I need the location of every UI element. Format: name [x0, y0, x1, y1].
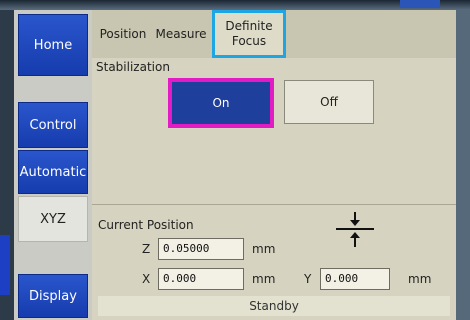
y-axis-label: Y — [304, 272, 312, 286]
device-screen: Home Control Automatic XYZ Display Posit… — [0, 0, 470, 320]
z-unit-label: mm — [252, 242, 276, 256]
tab-definite-label-line2: Focus — [231, 34, 267, 48]
x-unit-label: mm — [252, 272, 276, 286]
bezel-right — [456, 10, 470, 320]
tab-measure[interactable]: Measure — [152, 10, 210, 58]
display-button[interactable]: Display — [18, 274, 88, 318]
bezel-left-accent — [0, 235, 10, 295]
current-position-label: Current Position — [98, 218, 194, 232]
y-position-field[interactable]: 0.000 — [320, 268, 390, 290]
control-button[interactable]: Control — [18, 102, 88, 148]
tab-definite-focus[interactable]: Definite Focus — [212, 10, 286, 58]
tab-content: Stabilization On Off Current Position Z … — [92, 58, 456, 320]
home-button[interactable]: Home — [18, 14, 88, 76]
x-position-field[interactable]: 0.000 — [158, 268, 244, 290]
stabilization-label: Stabilization — [96, 60, 170, 74]
z-axis-label: Z — [142, 242, 151, 256]
bezel-top-accent — [400, 0, 440, 8]
sidebar: Home Control Automatic XYZ Display — [14, 10, 92, 320]
y-unit-label: mm — [408, 272, 432, 286]
tab-definite-label-line1: Definite — [225, 19, 273, 33]
focus-arrows-icon — [336, 212, 374, 247]
z-position-field[interactable]: 0.05000 — [158, 238, 244, 260]
main-panel: Position Measure Definite Focus Stabiliz… — [92, 10, 456, 320]
stabilization-off-button[interactable]: Off — [284, 80, 374, 124]
stabilization-on-button[interactable]: On — [168, 78, 274, 128]
section-divider — [92, 204, 456, 205]
tab-position[interactable]: Position — [96, 10, 150, 58]
xyz-button[interactable]: XYZ — [18, 196, 88, 242]
automatic-button[interactable]: Automatic — [18, 150, 88, 194]
x-axis-label: X — [142, 272, 151, 286]
status-bar: Standby — [98, 296, 450, 316]
